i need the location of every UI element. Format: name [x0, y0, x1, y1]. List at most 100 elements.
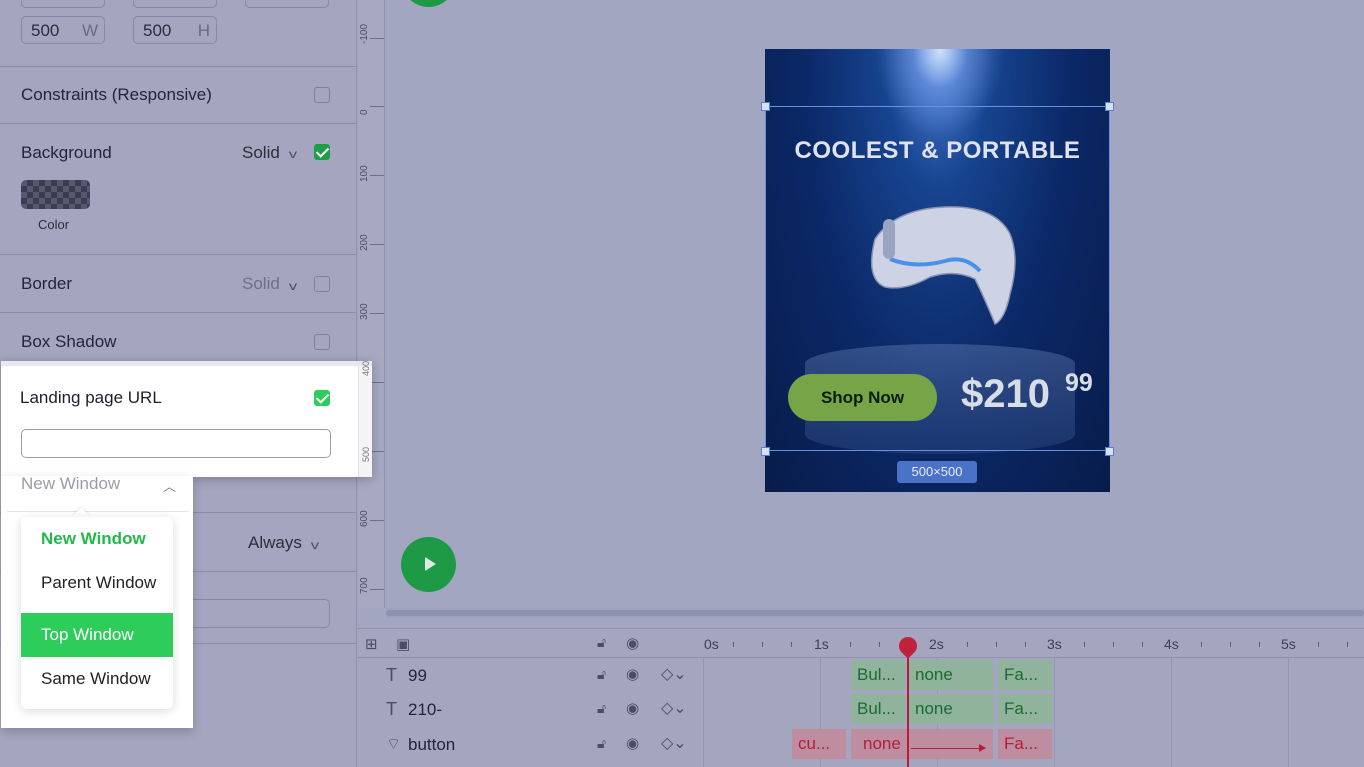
color-swatch[interactable]: [21, 180, 90, 209]
background-mode-select[interactable]: Solid: [242, 143, 280, 163]
animation-out-cell[interactable]: Fa...: [998, 660, 1052, 690]
eye-icon[interactable]: ◉: [626, 699, 639, 717]
box-shadow-checkbox[interactable]: [314, 334, 330, 350]
landing-page-url-input[interactable]: [21, 429, 331, 458]
menu-item-new-window[interactable]: New Window: [21, 517, 173, 561]
lock-icon[interactable]: 🔓︎: [597, 634, 606, 651]
ruler-tick: [370, 106, 384, 107]
scrollbar-thumb[interactable]: [386, 610, 1364, 616]
vertical-ruler: -100 0 100 200 300 600 700: [358, 0, 385, 608]
divider: [0, 254, 357, 255]
selection-box[interactable]: [765, 106, 1110, 451]
border-mode-select[interactable]: Solid: [242, 274, 280, 294]
layer-name: 99: [408, 666, 427, 685]
animation-in-cell[interactable]: Bul...: [851, 660, 905, 690]
border-checkbox[interactable]: [314, 276, 330, 292]
eye-icon[interactable]: ◉: [626, 634, 639, 652]
divider: [0, 312, 357, 313]
timeline-second-label: 3s: [1047, 636, 1062, 652]
width-value: 500: [31, 21, 60, 40]
secondary-input[interactable]: [180, 599, 330, 628]
ruler-label: 500: [361, 446, 371, 462]
button-layer-icon: ⌔: [386, 736, 402, 753]
timeline-tick: [1318, 642, 1319, 647]
keyframe-icon[interactable]: ◇⌄: [661, 664, 687, 684]
lock-icon[interactable]: 🔓︎: [597, 666, 606, 683]
lock-icon[interactable]: 🔓︎: [597, 735, 606, 752]
lock-icon[interactable]: 🔓︎: [597, 700, 606, 717]
timeline-grid-line: [1288, 658, 1289, 767]
timeline-second-label: 4s: [1164, 636, 1179, 652]
size-badge: 500×500: [897, 461, 977, 483]
ruler-fragment: 400 500: [358, 361, 372, 477]
timeline-grid-line: [1054, 658, 1055, 767]
constraints-checkbox[interactable]: [314, 87, 330, 103]
ruler-label: 300: [359, 303, 370, 320]
ruler-tick: [370, 382, 384, 383]
add-image-icon[interactable]: ▣: [396, 635, 410, 653]
animation-out-cell[interactable]: Fa...: [998, 694, 1052, 724]
timeline-second-label: 2s: [929, 636, 944, 652]
timeline-tick: [791, 642, 792, 647]
resize-handle[interactable]: [761, 102, 770, 111]
timeline-tick: [967, 642, 968, 647]
timeline-tick: [1084, 642, 1085, 647]
timeline-grid-line: [703, 658, 704, 767]
y-field-partial[interactable]: [133, 0, 217, 8]
ruler-tick: [370, 451, 384, 452]
eye-icon[interactable]: ◉: [626, 665, 639, 683]
animation-middle-cell[interactable]: none: [909, 694, 993, 724]
timeline-second-label: 5s: [1281, 636, 1296, 652]
keyframe-icon[interactable]: ◇⌄: [661, 733, 687, 753]
timeline-grid-line: [1171, 658, 1172, 767]
arrow-line: [911, 748, 983, 749]
timeline-tick: [1259, 642, 1260, 647]
menu-item-top-window[interactable]: Top Window: [21, 613, 173, 657]
chevron-up-icon[interactable]: ︿: [163, 476, 176, 495]
add-layer-icon[interactable]: ⊞: [365, 635, 378, 653]
link-target-select[interactable]: New Window: [21, 474, 120, 494]
rotation-field-partial[interactable]: [245, 0, 329, 8]
timeline-tick: [1113, 642, 1114, 647]
layer-name: 210-: [408, 700, 443, 719]
divider: [7, 511, 189, 512]
resize-handle[interactable]: [761, 447, 770, 456]
x-field-partial[interactable]: [21, 0, 105, 8]
keyframe-icon[interactable]: ◇⌄: [661, 698, 687, 718]
timeline-layer-row[interactable]: ⌔ button 🔓︎ ◉ ◇⌄: [358, 728, 703, 762]
menu-item-parent-window[interactable]: Parent Window: [21, 561, 173, 605]
chevron-down-icon[interactable]: v: [311, 538, 319, 552]
animation-out-cell[interactable]: Fa...: [998, 729, 1052, 759]
repeat-select[interactable]: Always: [248, 533, 302, 553]
animation-middle-cell[interactable]: none: [909, 660, 993, 690]
timeline-second-label: 1s: [814, 636, 829, 652]
eye-icon[interactable]: ◉: [626, 734, 639, 752]
animation-in-cell[interactable]: Bul...: [851, 694, 905, 724]
background-checkbox[interactable]: [314, 144, 330, 160]
playhead-line[interactable]: [907, 648, 909, 767]
height-suffix: H: [197, 21, 210, 40]
timeline-tick: [850, 642, 851, 647]
height-value: 500: [143, 21, 172, 40]
chevron-down-icon[interactable]: v: [289, 147, 297, 161]
width-field[interactable]: 500 W: [21, 16, 105, 44]
height-field[interactable]: 500 H: [133, 16, 217, 44]
swatch-label: Color: [38, 217, 70, 232]
ruler-label: 0: [359, 109, 370, 115]
animation-middle-cell[interactable]: none: [851, 729, 993, 759]
menu-item-same-window[interactable]: Same Window: [21, 657, 173, 701]
divider: [0, 123, 357, 124]
width-suffix: W: [81, 21, 98, 40]
ruler-tick: [370, 589, 384, 590]
resize-handle[interactable]: [1105, 102, 1114, 111]
landing-page-url-checkbox[interactable]: [314, 390, 330, 406]
play-icon[interactable]: [401, 537, 456, 592]
animation-in-cell[interactable]: cu...: [792, 729, 846, 759]
timeline-layer-row[interactable]: T 99 🔓︎ ◉ ◇⌄: [358, 659, 703, 693]
resize-handle[interactable]: [1105, 447, 1114, 456]
link-target-menu: New Window Parent Window Top Window Same…: [21, 517, 173, 709]
timeline-layer-row[interactable]: T 210- 🔓︎ ◉ ◇⌄: [358, 693, 703, 727]
chevron-down-icon[interactable]: v: [289, 279, 297, 293]
ruler-tick: [370, 175, 384, 176]
background-label: Background: [21, 143, 112, 162]
